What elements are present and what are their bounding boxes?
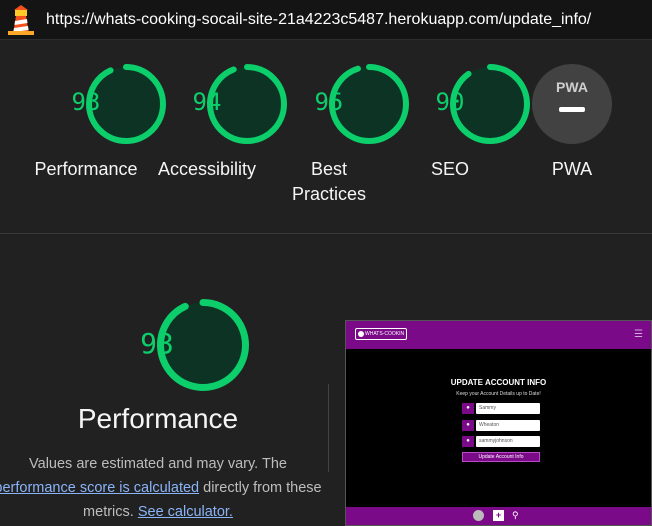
- vertical-separator: [328, 384, 329, 472]
- category-label-performance[interactable]: Performance: [21, 157, 151, 182]
- score-value-accessibility: 94: [192, 88, 222, 116]
- score-calculation-link[interactable]: performance score is calculated: [0, 480, 199, 496]
- report-url[interactable]: https://whats-cooking-socail-site-21a422…: [46, 11, 591, 29]
- preview-brand: WHATS-COOKIN: [355, 328, 407, 340]
- lighthouse-icon: [8, 5, 34, 35]
- plus-icon: +: [493, 510, 504, 521]
- performance-title: Performance: [77, 403, 239, 434]
- preview-field: ● Wheaton: [462, 420, 540, 431]
- preview-subheading: Keep your Account Details up to Date!: [456, 391, 541, 397]
- preview-heading: UPDATE ACCOUNT INFO: [450, 378, 547, 387]
- preview-brand-icon: [358, 331, 364, 337]
- score-value-best-practices: 95: [314, 88, 344, 116]
- gauge-performance[interactable]: 93: [46, 64, 166, 144]
- gauge-seo[interactable]: 90: [410, 64, 530, 144]
- preview-field: ● sammyjohnson: [462, 436, 540, 447]
- pwa-icon: PWA: [532, 64, 612, 144]
- user-icon: ●: [462, 403, 474, 414]
- search-icon: ⚲: [512, 510, 519, 520]
- report-header-bar: https://whats-cooking-socail-site-21a422…: [0, 0, 652, 40]
- performance-description: Values are estimated and may vary. The p…: [0, 452, 336, 524]
- score-value-performance: 93: [71, 88, 101, 116]
- performance-main-gauge: 93: [111, 299, 249, 391]
- svg-text:PWA: PWA: [556, 79, 588, 95]
- preview-field: ● Sammy: [462, 403, 540, 414]
- preview-update-button: Update Account Info: [462, 452, 540, 462]
- pwa-badge[interactable]: PWA: [532, 64, 612, 144]
- user-icon: ●: [462, 436, 474, 447]
- category-label-accessibility[interactable]: Accessibility: [142, 157, 272, 182]
- category-label-pwa[interactable]: PWA: [522, 157, 622, 182]
- category-label-best-practices[interactable]: Best Practices: [279, 157, 379, 207]
- gauge-best-practices[interactable]: 95: [289, 64, 409, 144]
- preview-navbar: WHATS-COOKIN ☰: [346, 321, 651, 349]
- avatar: [473, 510, 484, 521]
- category-label-seo[interactable]: SEO: [385, 157, 515, 182]
- section-divider: [0, 233, 652, 234]
- gauge-accessibility[interactable]: 94: [167, 64, 287, 144]
- preview-footer: + ⚲: [346, 507, 651, 525]
- page-screenshot-preview[interactable]: WHATS-COOKIN ☰ UPDATE ACCOUNT INFO Keep …: [345, 320, 652, 526]
- see-calculator-link[interactable]: See calculator.: [138, 504, 233, 520]
- score-value-seo: 90: [435, 88, 465, 116]
- user-icon: ●: [462, 420, 474, 431]
- performance-main-score: 93: [140, 327, 174, 360]
- hamburger-icon: ☰: [634, 329, 643, 340]
